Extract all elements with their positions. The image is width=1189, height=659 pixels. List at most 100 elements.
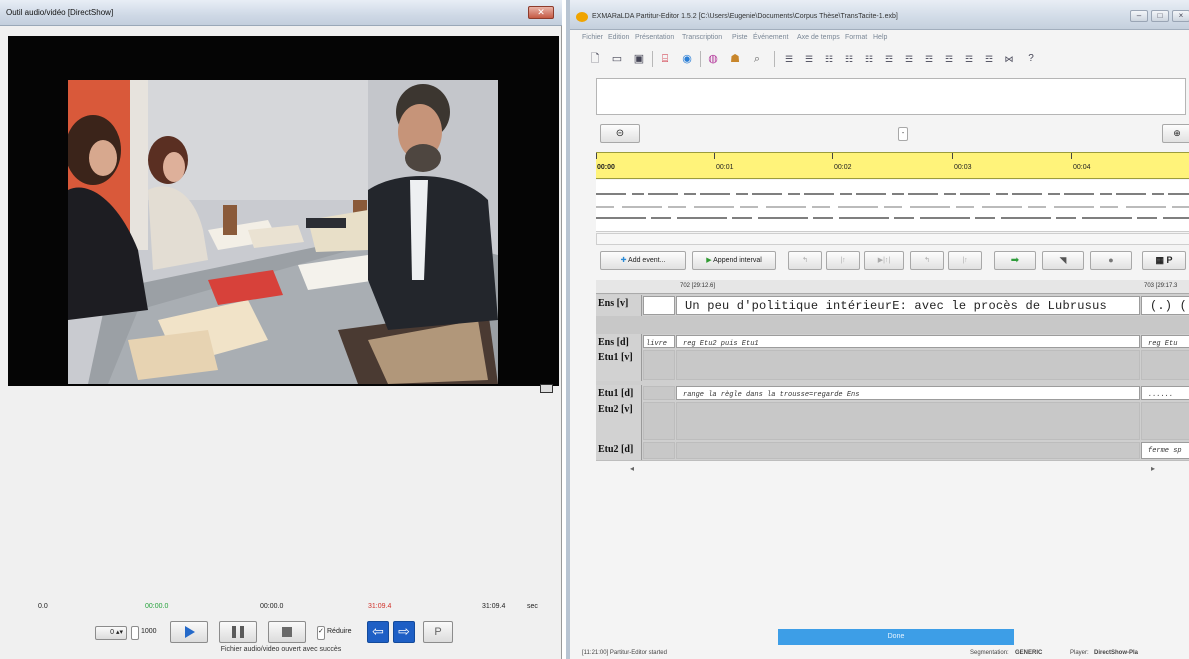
tier-label[interactable]: Etu1 [v]	[596, 349, 642, 381]
p-mode-button[interactable]: ▦ P	[1142, 251, 1186, 270]
interval-tool-4-button[interactable]: |↑	[948, 251, 982, 270]
tier-tool-3-icon[interactable]: ☷	[820, 50, 838, 68]
media-player-titlebar[interactable]: Outil audio/vidéo [DirectShow] ✕	[0, 0, 562, 26]
maximize-button[interactable]: □	[1151, 10, 1169, 22]
audio-player-icon[interactable]: ◉	[678, 50, 696, 68]
interval-tool-1-button[interactable]: ↰	[788, 251, 822, 270]
marker-button[interactable]: ◥	[1042, 251, 1084, 270]
add-event-button[interactable]: ✚ Add event...	[600, 251, 686, 270]
next-button[interactable]: ⇨	[393, 621, 415, 643]
close-window-button[interactable]: ✕	[528, 6, 554, 19]
help-icon[interactable]: ?	[1022, 50, 1040, 68]
event-cell[interactable]	[643, 442, 675, 459]
tier-label[interactable]: Etu1 [d]	[596, 385, 642, 401]
tier-label[interactable]: Ens [v]	[596, 295, 642, 316]
stop-button[interactable]	[268, 621, 306, 643]
new-file-icon[interactable]: 🗋	[586, 50, 604, 68]
tier-tool-1-icon[interactable]: ☰	[780, 50, 798, 68]
grid-head-right: 703 [29:17.3	[1144, 283, 1178, 289]
event-cell[interactable]	[643, 386, 675, 400]
waveform-scrollbar[interactable]	[596, 233, 1189, 245]
loop-checkbox[interactable]	[131, 626, 139, 640]
event-cell[interactable]	[676, 402, 1140, 440]
timeline-nav-row: ⊝ - ⊕	[592, 124, 1189, 148]
event-tool-2-icon[interactable]: ☲	[900, 50, 918, 68]
tier-label[interactable]: Etu2 [v]	[596, 401, 642, 441]
previous-button[interactable]: ⇦	[367, 621, 389, 643]
loop-spinner[interactable]: 0 ▴▾	[95, 626, 127, 640]
play-button[interactable]	[170, 621, 208, 643]
forward-button[interactable]: ➡	[994, 251, 1036, 270]
exmaralda-titlebar[interactable]: EXMARaLDA Partitur-Editor 1.5.2 [C:\User…	[570, 0, 1189, 30]
grid-empty-area[interactable]: ◂ ▸	[596, 460, 1189, 625]
event-tool-4-icon[interactable]: ☲	[940, 50, 958, 68]
interval-tool-3-button[interactable]: ↰	[910, 251, 944, 270]
playback-controls: 0 ▴▾ 1000 ✓ Réduire ⇦ ⇨ P	[95, 621, 475, 645]
play-interval-button[interactable]: ▶|↑|	[864, 251, 904, 270]
timeline-label-4: 00:04	[1073, 164, 1091, 171]
open-folder-icon[interactable]: ▭	[608, 50, 626, 68]
menu-piste[interactable]: Piste	[732, 34, 748, 41]
menu-transcription[interactable]: Transcription	[682, 34, 722, 41]
event-cell[interactable]: livre	[643, 335, 675, 348]
event-tool-5-icon[interactable]: ☲	[960, 50, 978, 68]
event-cell[interactable]: reg Etu	[1141, 335, 1189, 348]
minimize-button[interactable]: –	[1130, 10, 1148, 22]
menu-axe-de-temps[interactable]: Axe de temps	[797, 34, 840, 41]
event-cell[interactable]: Un peu d'politique intérieurE: avec le p…	[676, 296, 1140, 315]
event-cell[interactable]	[643, 350, 675, 380]
waveform-display[interactable]	[596, 180, 1189, 232]
append-interval-icon: ▶	[706, 257, 712, 264]
page-field[interactable]: -	[898, 127, 908, 141]
merge-icon[interactable]: ⋈	[1000, 50, 1018, 68]
presentation-icon[interactable]: ⌸	[656, 50, 674, 68]
event-cell[interactable]	[1141, 402, 1189, 440]
append-interval-button[interactable]: ▶ Append interval	[692, 251, 776, 270]
menu-presentation[interactable]: Présentation	[635, 34, 674, 41]
event-cell[interactable]: reg Etu2 puis Etu1	[676, 335, 1140, 348]
time-total: 31:09.4	[482, 603, 506, 610]
zoom-in-button[interactable]: ⊕	[1162, 124, 1189, 143]
tier-tool-5-icon[interactable]: ☷	[860, 50, 878, 68]
event-text-editor[interactable]	[596, 78, 1186, 115]
users-icon[interactable]: ☗	[726, 50, 744, 68]
tier-label[interactable]: Etu2 [d]	[596, 441, 642, 460]
event-cell[interactable]: range la règle dans la trousse=regarde E…	[676, 386, 1140, 400]
menu-evenement[interactable]: Événement	[753, 34, 788, 41]
close-button[interactable]: ×	[1172, 10, 1189, 22]
menu-help[interactable]: Help	[873, 34, 887, 41]
event-tool-6-icon[interactable]: ☲	[980, 50, 998, 68]
event-cell[interactable]	[1141, 350, 1189, 380]
scroll-left-icon[interactable]: ◂	[630, 464, 634, 473]
event-cell[interactable]	[643, 402, 675, 440]
tier-label[interactable]: Ens [d]	[596, 334, 642, 349]
zoom-out-button[interactable]: ⊝	[600, 124, 640, 143]
event-tool-1-icon[interactable]: ☲	[880, 50, 898, 68]
interval-tool-2-button[interactable]: |↑	[826, 251, 860, 270]
detach-video-icon[interactable]	[540, 384, 553, 393]
timeline-ruler[interactable]: 00:00 00:01 00:02 00:03 00:04	[596, 152, 1189, 179]
event-cell[interactable]: ferme sp	[1141, 442, 1189, 459]
event-cell[interactable]	[676, 442, 1140, 459]
record-button[interactable]: ●	[1090, 251, 1132, 270]
search-icon[interactable]: ⌕	[748, 50, 766, 68]
reduce-checkbox[interactable]: ✓	[317, 626, 325, 640]
event-cell[interactable]	[643, 296, 675, 315]
tier-tool-2-icon[interactable]: ☰	[800, 50, 818, 68]
scroll-right-icon[interactable]: ▸	[1151, 464, 1155, 473]
speaker-icon[interactable]: ◍	[704, 50, 722, 68]
menu-fichier[interactable]: Fichier	[582, 34, 603, 41]
event-tool-3-icon[interactable]: ☲	[920, 50, 938, 68]
pause-button[interactable]	[219, 621, 257, 643]
play-icon	[185, 626, 195, 638]
event-cell[interactable]: (.) (	[1141, 296, 1189, 315]
event-cell[interactable]	[676, 350, 1140, 380]
p-button[interactable]: P	[423, 621, 453, 643]
menu-format[interactable]: Format	[845, 34, 867, 41]
status-message: [11:21:00] Partitur-Editor started	[582, 650, 667, 656]
event-cell[interactable]: ......	[1141, 386, 1189, 400]
save-icon[interactable]: ▣	[630, 50, 648, 68]
menu-edition[interactable]: Edition	[608, 34, 629, 41]
tier-tool-4-icon[interactable]: ☷	[840, 50, 858, 68]
video-scene-image	[68, 80, 498, 384]
